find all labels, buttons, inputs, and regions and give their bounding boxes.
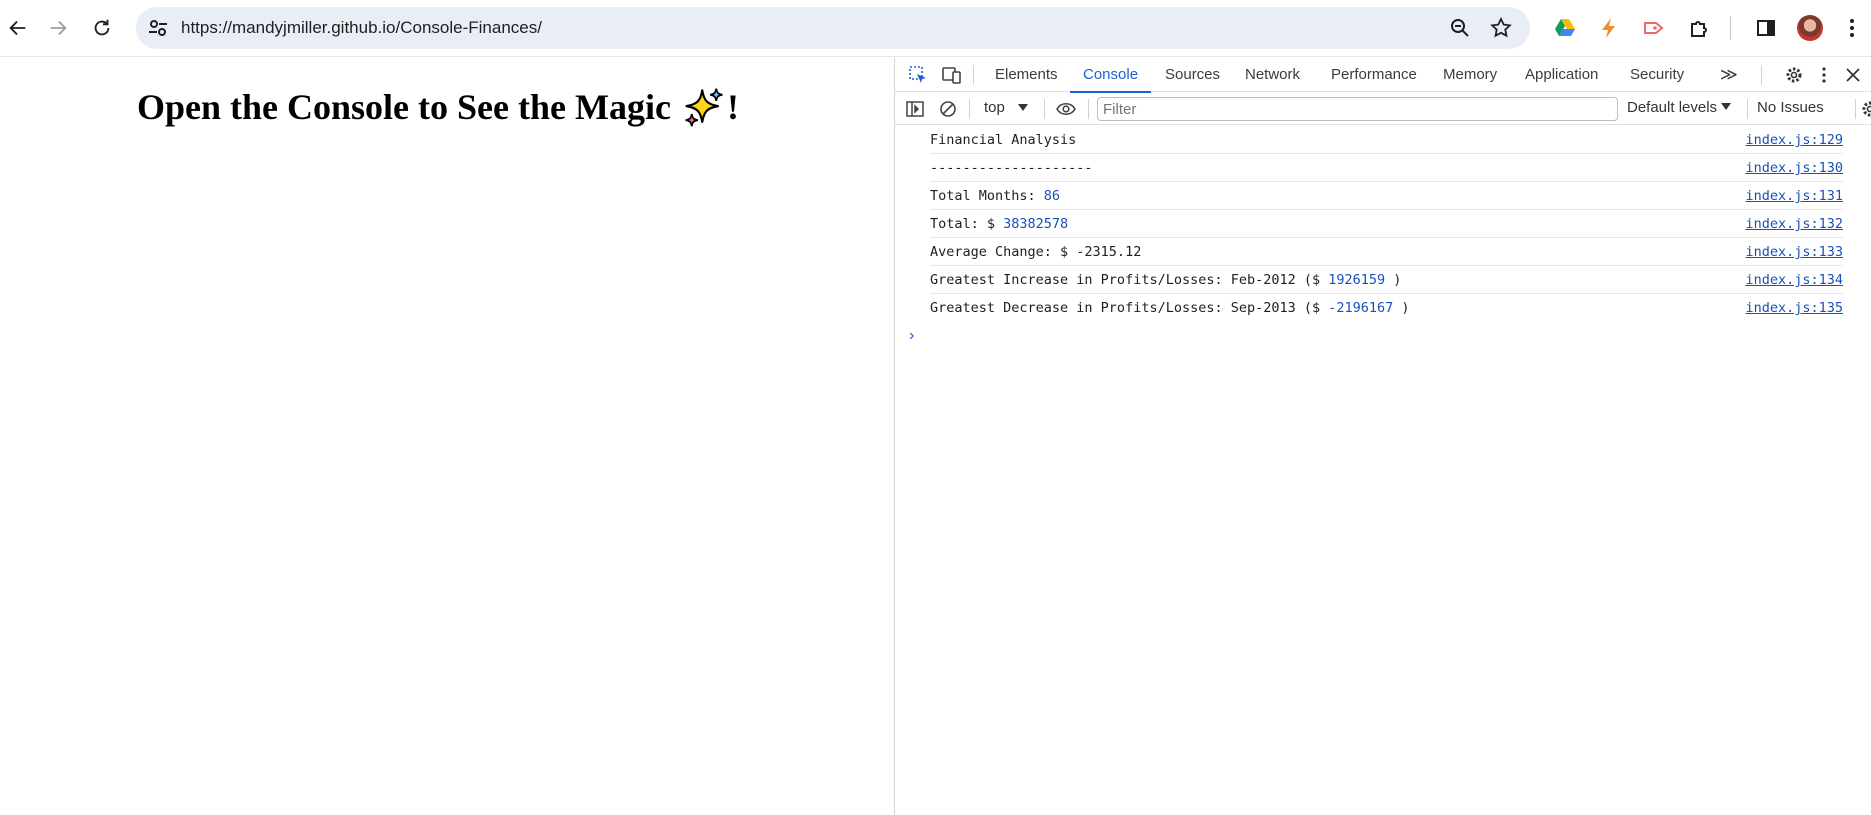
log-message: -------------------- bbox=[930, 154, 1093, 182]
log-text: -------------------- bbox=[930, 160, 1093, 176]
log-message: Financial Analysis bbox=[930, 126, 1076, 154]
page-heading: Open the Console to See the Magic ! bbox=[137, 86, 739, 128]
source-link[interactable]: index.js:135 bbox=[1745, 294, 1843, 322]
tab-console[interactable]: Console bbox=[1070, 58, 1152, 93]
tab-divider bbox=[1761, 65, 1762, 85]
issues-counter[interactable]: No Issues bbox=[1757, 99, 1824, 116]
tab-network[interactable]: Network bbox=[1232, 58, 1313, 92]
chevron-down-icon[interactable] bbox=[1721, 103, 1732, 110]
inspect-element-icon[interactable] bbox=[907, 64, 929, 86]
zoom-icon[interactable] bbox=[1448, 16, 1472, 40]
source-link[interactable]: index.js:132 bbox=[1745, 210, 1843, 238]
devtools-tab-bar: Elements Console Sources Network Perform… bbox=[895, 58, 1871, 93]
page-heading-exclamation: ! bbox=[726, 87, 739, 127]
page-heading-text: Open the Console to See the Magic bbox=[137, 87, 671, 127]
reload-button[interactable] bbox=[84, 10, 120, 46]
context-label[interactable]: top bbox=[984, 99, 1005, 116]
log-text: Total: $ bbox=[930, 216, 1004, 232]
forward-button[interactable] bbox=[40, 10, 76, 46]
profile-avatar[interactable] bbox=[1797, 15, 1823, 41]
tab-elements[interactable]: Elements bbox=[982, 58, 1071, 92]
tab-application[interactable]: Application bbox=[1512, 58, 1611, 92]
console-log-row: Greatest Decrease in Profits/Losses: Sep… bbox=[930, 294, 1843, 322]
arrow-left-icon bbox=[9, 20, 26, 36]
source-link[interactable]: index.js:134 bbox=[1745, 266, 1843, 294]
console-log-row: Average Change: $ -2315.12 index.js:133 bbox=[930, 238, 1843, 266]
web-page: Open the Console to See the Magic ! bbox=[0, 58, 894, 815]
log-text: Greatest Decrease in Profits/Losses: Sep… bbox=[930, 300, 1329, 316]
log-value: 38382578 bbox=[1003, 216, 1069, 232]
url-text[interactable]: https://mandyjmiller.github.io/Console-F… bbox=[181, 18, 542, 38]
log-message: Average Change: $ -2315.12 bbox=[930, 238, 1141, 266]
more-tabs-button[interactable]: ≫ bbox=[1707, 58, 1751, 92]
log-text: Total Months: bbox=[930, 188, 1044, 204]
close-devtools-icon[interactable] bbox=[1842, 64, 1864, 86]
tab-sources[interactable]: Sources bbox=[1152, 58, 1233, 92]
console-toolbar: top Default levels No Issues bbox=[895, 93, 1871, 125]
show-sidebar-icon[interactable] bbox=[904, 98, 926, 120]
log-message: Greatest Increase in Profits/Losses: Feb… bbox=[930, 266, 1401, 294]
console-output: Financial Analysis index.js:129 --------… bbox=[895, 126, 1871, 350]
browser-toolbar: https://mandyjmiller.github.io/Console-F… bbox=[0, 0, 1871, 57]
console-log-row: -------------------- index.js:130 bbox=[930, 154, 1843, 182]
tab-performance[interactable]: Performance bbox=[1318, 58, 1430, 92]
device-toolbar-icon[interactable] bbox=[941, 64, 963, 86]
browser-menu-icon[interactable] bbox=[1838, 14, 1866, 42]
chevron-down-icon[interactable] bbox=[1018, 104, 1028, 111]
console-log-row: Greatest Increase in Profits/Losses: Feb… bbox=[930, 266, 1843, 294]
log-levels-label[interactable]: Default levels bbox=[1627, 99, 1717, 116]
google-drive-extension-icon[interactable] bbox=[1551, 14, 1579, 42]
customize-menu-icon[interactable] bbox=[1813, 64, 1835, 86]
tab-security[interactable]: Security bbox=[1617, 58, 1697, 92]
console-settings-gear-icon[interactable] bbox=[1859, 98, 1871, 120]
settings-gear-icon[interactable] bbox=[1783, 64, 1805, 86]
source-link[interactable]: index.js:133 bbox=[1745, 238, 1843, 266]
bar-divider bbox=[1855, 99, 1856, 119]
extensions-puzzle-icon[interactable] bbox=[1685, 14, 1713, 42]
log-suffix: ) bbox=[1393, 300, 1410, 316]
bar-divider bbox=[1044, 99, 1045, 119]
log-text: Average Change: $ -2315.12 bbox=[930, 244, 1142, 260]
tag-extension-icon[interactable] bbox=[1640, 14, 1668, 42]
log-message: Total: $ 38382578 bbox=[930, 210, 1068, 238]
console-prompt[interactable]: › bbox=[909, 322, 1871, 350]
log-value: 86 bbox=[1043, 188, 1061, 204]
log-value: 1926159 bbox=[1328, 272, 1386, 288]
tab-memory[interactable]: Memory bbox=[1430, 58, 1510, 92]
source-link[interactable]: index.js:129 bbox=[1745, 126, 1843, 154]
lightning-extension-icon[interactable] bbox=[1595, 14, 1623, 42]
log-levels-dropdown[interactable]: Default levels bbox=[1627, 99, 1732, 116]
devtools-panel: Elements Console Sources Network Perform… bbox=[894, 58, 1871, 815]
side-panel-icon[interactable] bbox=[1752, 14, 1780, 42]
address-bar[interactable]: https://mandyjmiller.github.io/Console-F… bbox=[136, 7, 1530, 49]
log-suffix: ) bbox=[1385, 272, 1402, 288]
clear-console-icon[interactable] bbox=[937, 98, 959, 120]
bar-divider bbox=[1747, 99, 1748, 119]
console-log-row: Total: $ 38382578 index.js:132 bbox=[930, 210, 1843, 238]
bar-divider bbox=[969, 99, 970, 119]
log-text: Greatest Increase in Profits/Losses: Feb… bbox=[930, 272, 1329, 288]
source-link[interactable]: index.js:130 bbox=[1745, 154, 1843, 182]
live-expression-eye-icon[interactable] bbox=[1055, 98, 1077, 120]
bar-divider bbox=[1088, 99, 1089, 119]
tab-divider bbox=[973, 65, 974, 85]
sparkles-icon bbox=[685, 88, 723, 127]
back-button[interactable] bbox=[0, 10, 36, 46]
log-value: -2196167 bbox=[1328, 300, 1394, 316]
log-text: Financial Analysis bbox=[930, 132, 1077, 148]
site-info-icon[interactable] bbox=[146, 16, 170, 40]
console-log-row: Total Months: 86 index.js:131 bbox=[930, 182, 1843, 210]
bookmark-star-icon[interactable] bbox=[1489, 16, 1513, 40]
log-message: Total Months: 86 bbox=[930, 182, 1060, 210]
toolbar-divider bbox=[1730, 16, 1731, 40]
reload-icon bbox=[94, 19, 110, 36]
log-message: Greatest Decrease in Profits/Losses: Sep… bbox=[930, 294, 1410, 322]
console-log-row: Financial Analysis index.js:129 bbox=[930, 126, 1843, 154]
arrow-right-icon bbox=[50, 20, 67, 36]
console-filter-input[interactable] bbox=[1097, 97, 1618, 121]
source-link[interactable]: index.js:131 bbox=[1745, 182, 1843, 210]
